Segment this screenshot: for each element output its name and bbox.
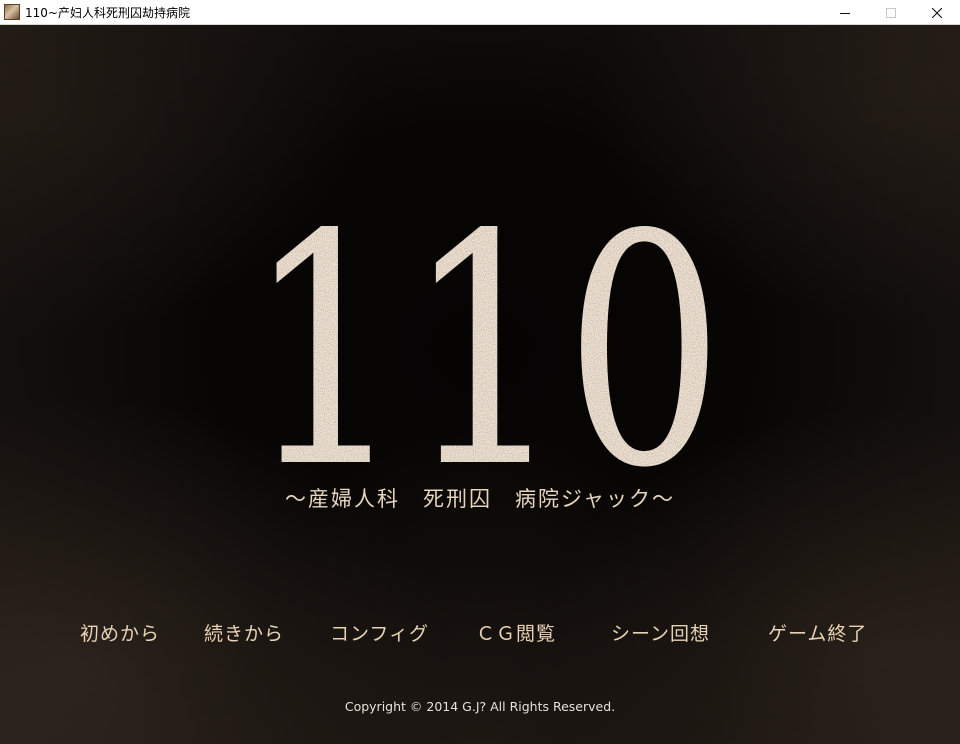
minimize-button[interactable] [822,0,868,25]
game-window: 110~产妇人科死刑囚劫持病院 110 ～産婦人科 死刑囚 病院ジャック～ 初め… [0,0,960,744]
menu-quit-game[interactable]: ゲーム終了 [768,619,867,646]
menu-cg-gallery[interactable]: ＣＧ閲覧 [476,619,556,646]
close-icon [932,7,942,18]
main-menu: 初めから 続きから コンフィグ ＣＧ閲覧 シーン回想 ゲーム終了 [0,619,960,649]
app-icon [4,4,20,20]
copyright-notice: Copyright © 2014 G.J? All Rights Reserve… [344,699,616,714]
window-controls [822,0,960,25]
menu-continue[interactable]: 続きから [204,619,284,646]
title-bar[interactable]: 110~产妇人科死刑囚劫持病院 [0,0,960,25]
menu-config[interactable]: コンフィグ [330,619,429,646]
menu-new-game[interactable]: 初めから [80,619,160,646]
minimize-icon [840,12,850,14]
close-button[interactable] [914,0,960,25]
game-subtitle: ～産婦人科 死刑囚 病院ジャック～ [285,487,675,511]
maximize-icon [886,7,896,18]
maximize-button[interactable] [868,0,914,25]
title-screen: 110 ～産婦人科 死刑囚 病院ジャック～ 初めから 続きから コンフィグ ＣＧ… [0,25,960,744]
game-logo: 110 [240,218,730,468]
menu-scene-recall[interactable]: シーン回想 [611,619,710,646]
window-title: 110~产妇人科死刑囚劫持病院 [25,5,190,20]
logo-number: 110 [246,218,724,468]
